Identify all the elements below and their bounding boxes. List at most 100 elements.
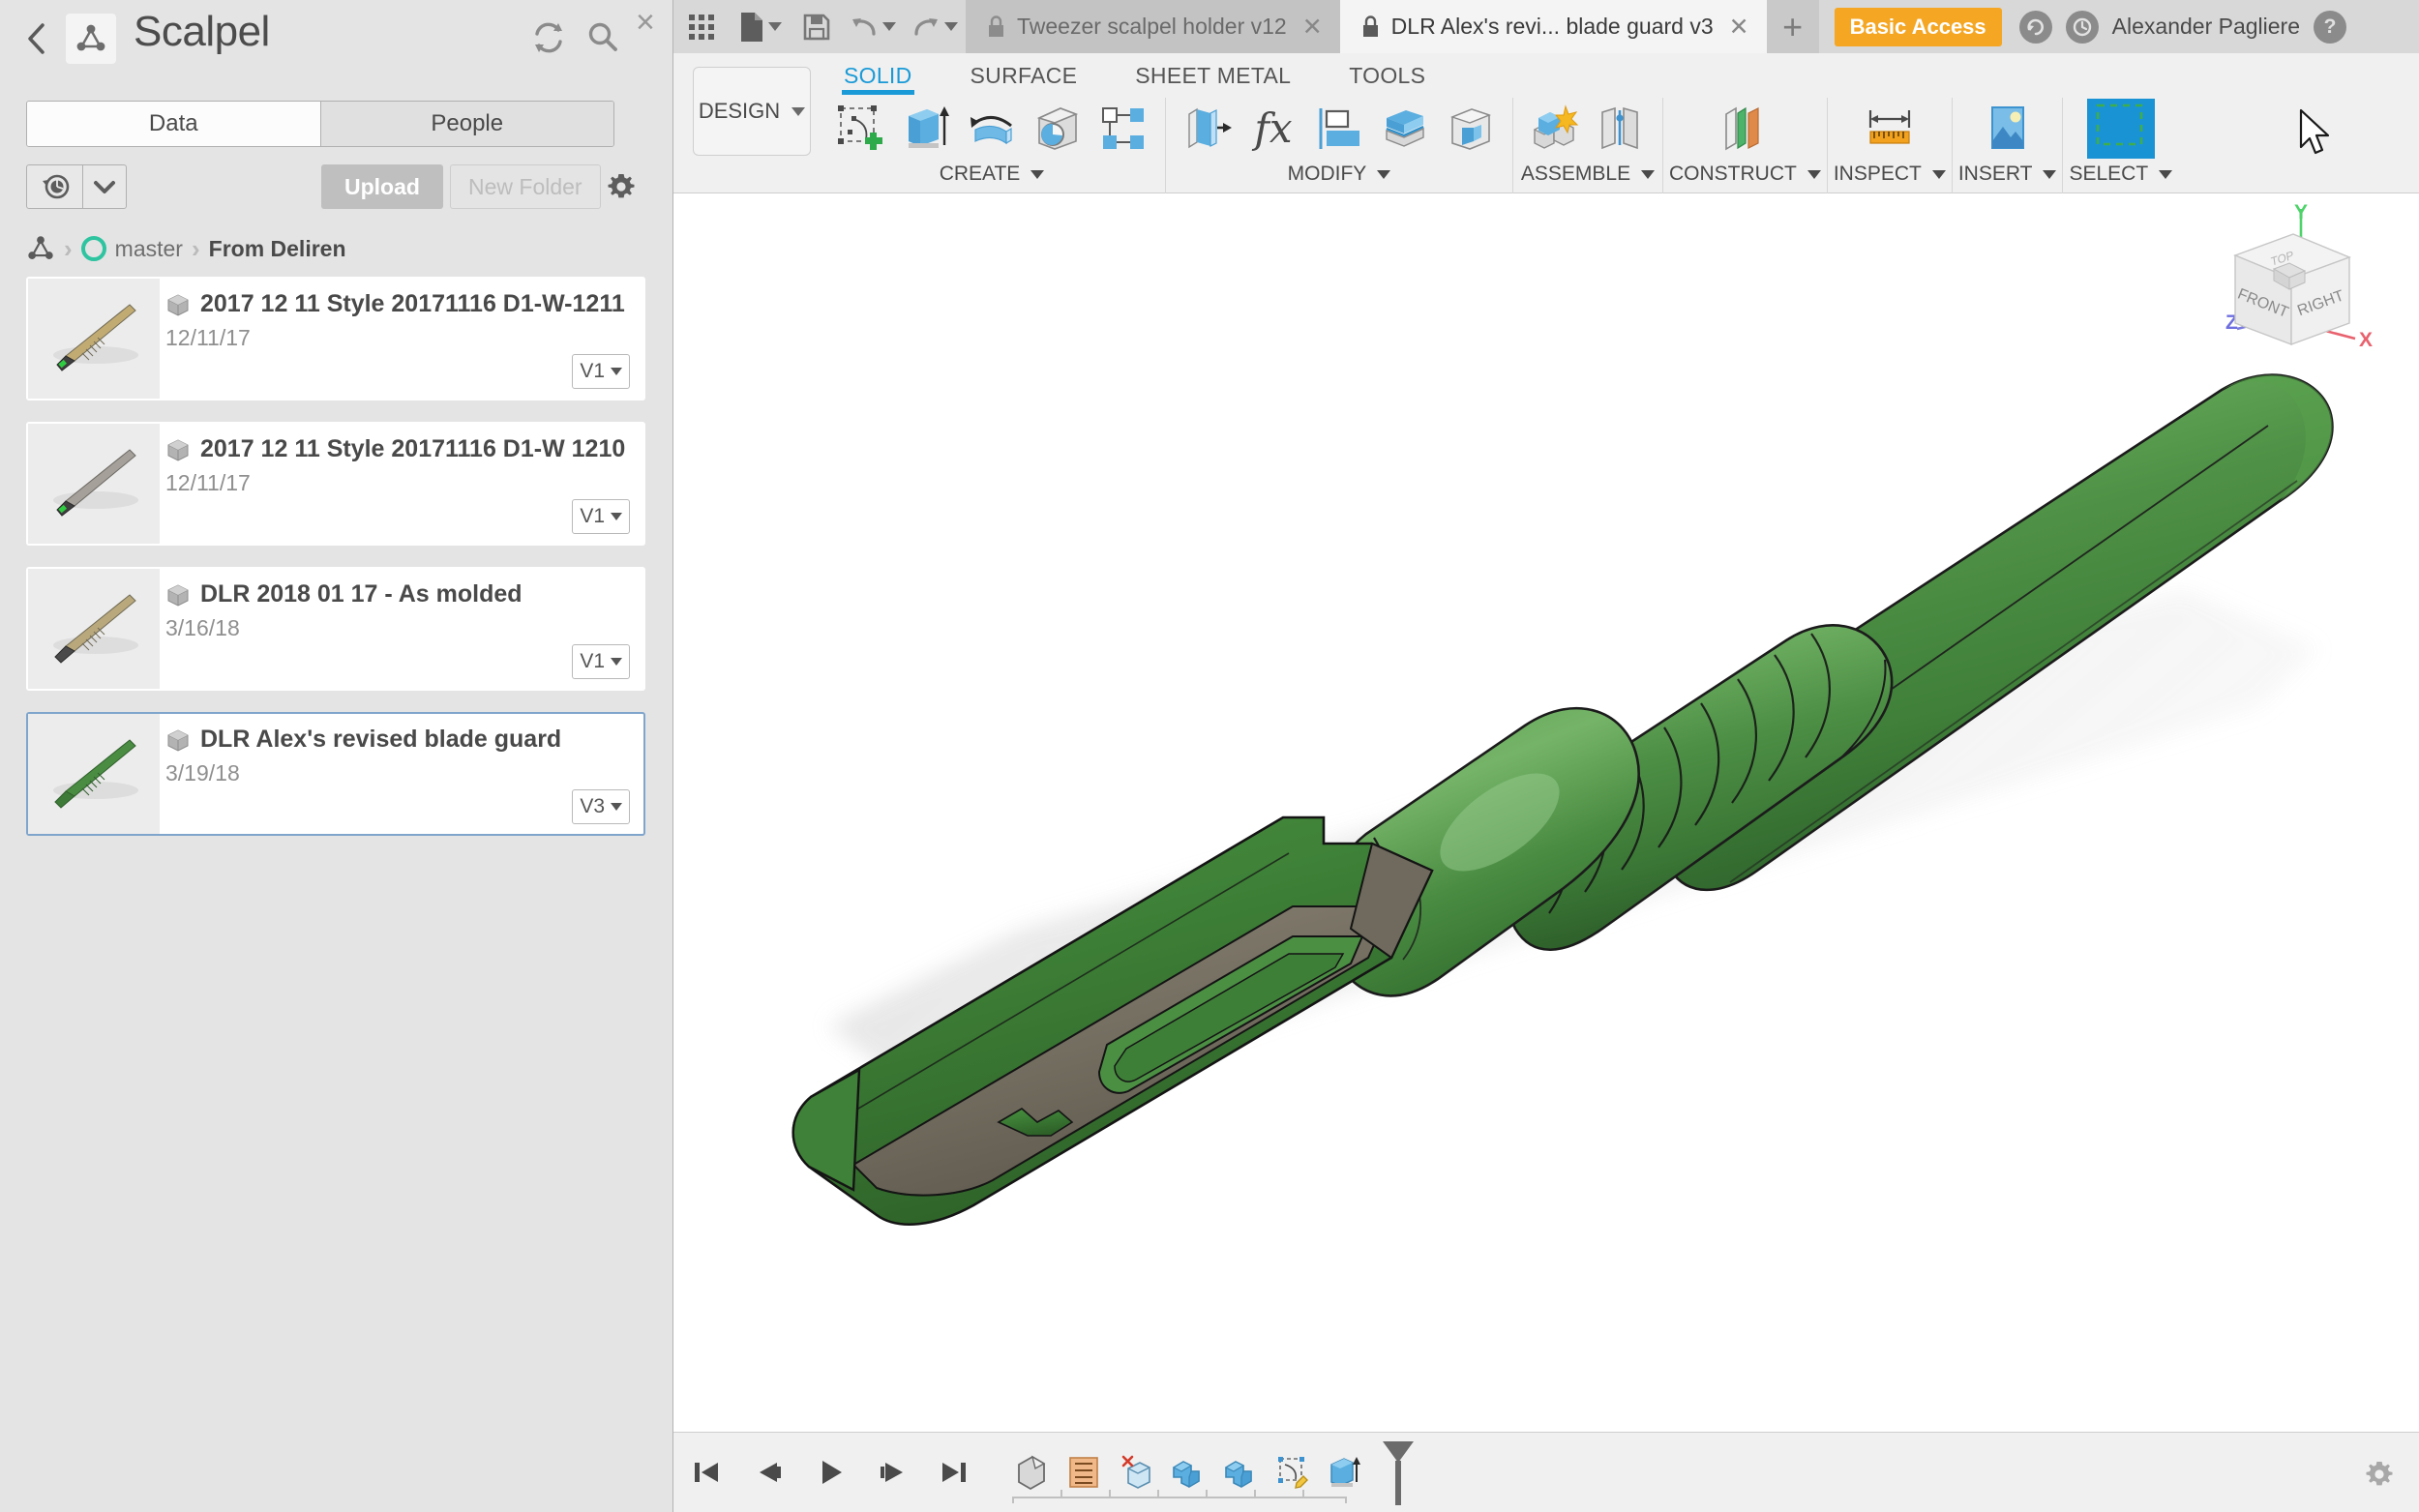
close-tab-icon[interactable]: ✕ xyxy=(1729,13,1749,42)
item-thumbnail xyxy=(28,714,160,834)
tab-data[interactable]: Data xyxy=(27,102,320,146)
chevron-down-icon xyxy=(944,22,958,31)
back-arrow-icon[interactable] xyxy=(21,17,54,60)
item-name: DLR 2018 01 17 - As molded xyxy=(200,580,523,608)
chevron-down-icon xyxy=(2043,169,2057,179)
data-panel-settings-icon[interactable] xyxy=(605,170,638,208)
item-version-selector[interactable]: V1 xyxy=(572,499,630,534)
redo-icon[interactable] xyxy=(904,0,966,53)
item-version-selector[interactable]: V3 xyxy=(572,789,630,824)
timeline-prev-button[interactable] xyxy=(742,1445,794,1499)
revolve-icon[interactable] xyxy=(962,99,1022,159)
ribbon-group-assemble-label[interactable]: ASSEMBLE xyxy=(1521,163,1656,186)
list-item[interactable]: DLR 2018 01 17 - As molded 3/16/18 V1 xyxy=(26,567,645,691)
tab-sheet-metal[interactable]: SHEET METAL xyxy=(1106,53,1320,95)
ribbon-group-modify-label[interactable]: MODIFY xyxy=(1288,163,1391,186)
ribbon-group-create-label[interactable]: CREATE xyxy=(940,163,1045,186)
basic-access-badge[interactable]: Basic Access xyxy=(1834,7,2002,46)
main-area: Tweezer scalpel holder v12 ✕ DLR Alex's … xyxy=(673,0,2419,1512)
user-name[interactable]: Alexander Pagliere xyxy=(2112,14,2300,40)
ribbon-group-construct-label[interactable]: CONSTRUCT xyxy=(1669,163,1821,186)
item-date: 12/11/17 xyxy=(165,470,251,495)
new-folder-button[interactable]: New Folder xyxy=(450,164,601,209)
ribbon-group-insert: INSERT xyxy=(1951,98,2063,193)
split-body-icon[interactable] xyxy=(1441,99,1501,159)
offset-plane-icon[interactable] xyxy=(1715,99,1775,159)
undo-icon[interactable] xyxy=(842,0,904,53)
scalpel-model[interactable] xyxy=(673,193,2419,1432)
timeline-last-button[interactable] xyxy=(928,1445,980,1499)
application-bar: Tweezer scalpel holder v12 ✕ DLR Alex's … xyxy=(673,0,2419,53)
timeline-first-button[interactable] xyxy=(680,1445,732,1499)
axis-y-label: Y xyxy=(2294,203,2308,223)
hole-icon[interactable] xyxy=(1028,99,1088,159)
close-panel-icon[interactable]: × xyxy=(636,6,655,39)
close-tab-icon[interactable]: ✕ xyxy=(1302,13,1323,42)
new-tab-button[interactable]: + xyxy=(1766,0,1819,53)
list-item[interactable]: DLR Alex's revised blade guard 3/19/18 V… xyxy=(26,712,645,836)
item-name-row: DLR Alex's revised blade guard xyxy=(165,726,630,754)
data-panel: Scalpel × Data People Upload New Folder … xyxy=(0,0,673,1512)
document-tab-2[interactable]: DLR Alex's revi... blade guard v3 ✕ xyxy=(1339,0,1767,53)
shell-icon[interactable] xyxy=(1375,99,1435,159)
timeline-marker[interactable] xyxy=(1377,1438,1419,1507)
joint-icon[interactable] xyxy=(1591,99,1651,159)
tab-people[interactable]: People xyxy=(319,102,613,146)
item-date: 3/19/18 xyxy=(165,760,240,786)
recent-history-button[interactable] xyxy=(26,164,127,209)
list-item[interactable]: 2017 12 11 Style 20171116 D1-W 1210 12/1… xyxy=(26,422,645,546)
item-version-label: V1 xyxy=(580,360,605,382)
notifications-icon[interactable] xyxy=(2018,10,2052,44)
job-status-clock-icon[interactable] xyxy=(2065,10,2099,44)
ribbon-group-assemble: ASSEMBLE xyxy=(1512,98,1662,193)
measure-icon[interactable] xyxy=(1860,99,1920,159)
breadcrumb-folder[interactable]: From Deliren xyxy=(209,236,346,262)
workspace-selector[interactable]: DESIGN xyxy=(693,67,811,156)
save-icon[interactable] xyxy=(791,0,842,53)
viewport-settings-icon[interactable] xyxy=(2363,1458,2396,1496)
item-version-selector[interactable]: V1 xyxy=(572,644,630,679)
sketch-icon[interactable] xyxy=(830,99,890,159)
tab-tools[interactable]: TOOLS xyxy=(1320,53,1454,95)
document-tab-1[interactable]: Tweezer scalpel holder v12 ✕ xyxy=(966,0,1340,53)
new-file-icon[interactable] xyxy=(730,0,791,53)
breadcrumb-project[interactable]: master xyxy=(115,236,183,262)
ribbon-groups: CREATE fx MODIFY ASSEMBLE CONSTRUCT INSP… xyxy=(819,98,2419,193)
svg-text:fx: fx xyxy=(1251,104,1293,152)
timeline-play-button[interactable] xyxy=(804,1445,856,1499)
hub-icon[interactable] xyxy=(66,14,116,64)
ribbon-group-inspect-label[interactable]: INSPECT xyxy=(1834,163,1946,186)
press-pull-icon[interactable] xyxy=(1178,99,1238,159)
fx-parameters-icon[interactable]: fx xyxy=(1243,99,1303,159)
timeline-next-button[interactable] xyxy=(866,1445,918,1499)
item-body: DLR 2018 01 17 - As molded 3/16/18 V1 xyxy=(160,569,643,689)
timeline-feature-track xyxy=(1005,1438,1371,1507)
chevron-down-icon xyxy=(611,368,622,375)
refresh-icon[interactable] xyxy=(530,19,567,61)
insert-image-icon[interactable] xyxy=(1978,99,2038,159)
tab-surface[interactable]: SURFACE xyxy=(941,53,1107,95)
item-body: 2017 12 11 Style 20171116 D1-W 1210 12/1… xyxy=(160,424,643,544)
align-icon[interactable] xyxy=(1309,99,1369,159)
ribbon-group-insert-label[interactable]: INSERT xyxy=(1958,163,2057,186)
component-cube-icon xyxy=(167,438,189,461)
breadcrumb-separator-2: › xyxy=(191,233,200,263)
tab-solid[interactable]: SOLID xyxy=(815,53,941,95)
upload-button[interactable]: Upload xyxy=(321,164,443,209)
pattern-icon[interactable] xyxy=(1093,99,1153,159)
item-version-selector[interactable]: V1 xyxy=(572,354,630,389)
ribbon-group-select-label[interactable]: SELECT xyxy=(2069,163,2173,186)
ribbon-tab-strip: SOLID SURFACE SHEET METAL TOOLS xyxy=(815,53,1454,95)
item-name-row: 2017 12 11 Style 20171116 D1-W 1210 xyxy=(165,435,630,463)
app-grid-icon[interactable] xyxy=(673,0,730,53)
viewcube[interactable]: Z X Y FRONT RIGHT TOP xyxy=(2187,203,2390,397)
data-panel-toolbar: Upload New Folder xyxy=(26,164,647,211)
new-component-icon[interactable] xyxy=(1525,99,1585,159)
help-icon[interactable]: ? xyxy=(2314,10,2346,44)
3d-viewport[interactable]: Z X Y FRONT RIGHT TOP xyxy=(673,193,2419,1432)
list-item[interactable]: 2017 12 11 Style 20171116 D1-W-1211 12/1… xyxy=(26,277,645,400)
item-date: 3/16/18 xyxy=(165,615,240,640)
extrude-icon[interactable] xyxy=(896,99,956,159)
search-icon[interactable] xyxy=(584,19,621,61)
select-window-icon[interactable] xyxy=(2086,99,2156,159)
